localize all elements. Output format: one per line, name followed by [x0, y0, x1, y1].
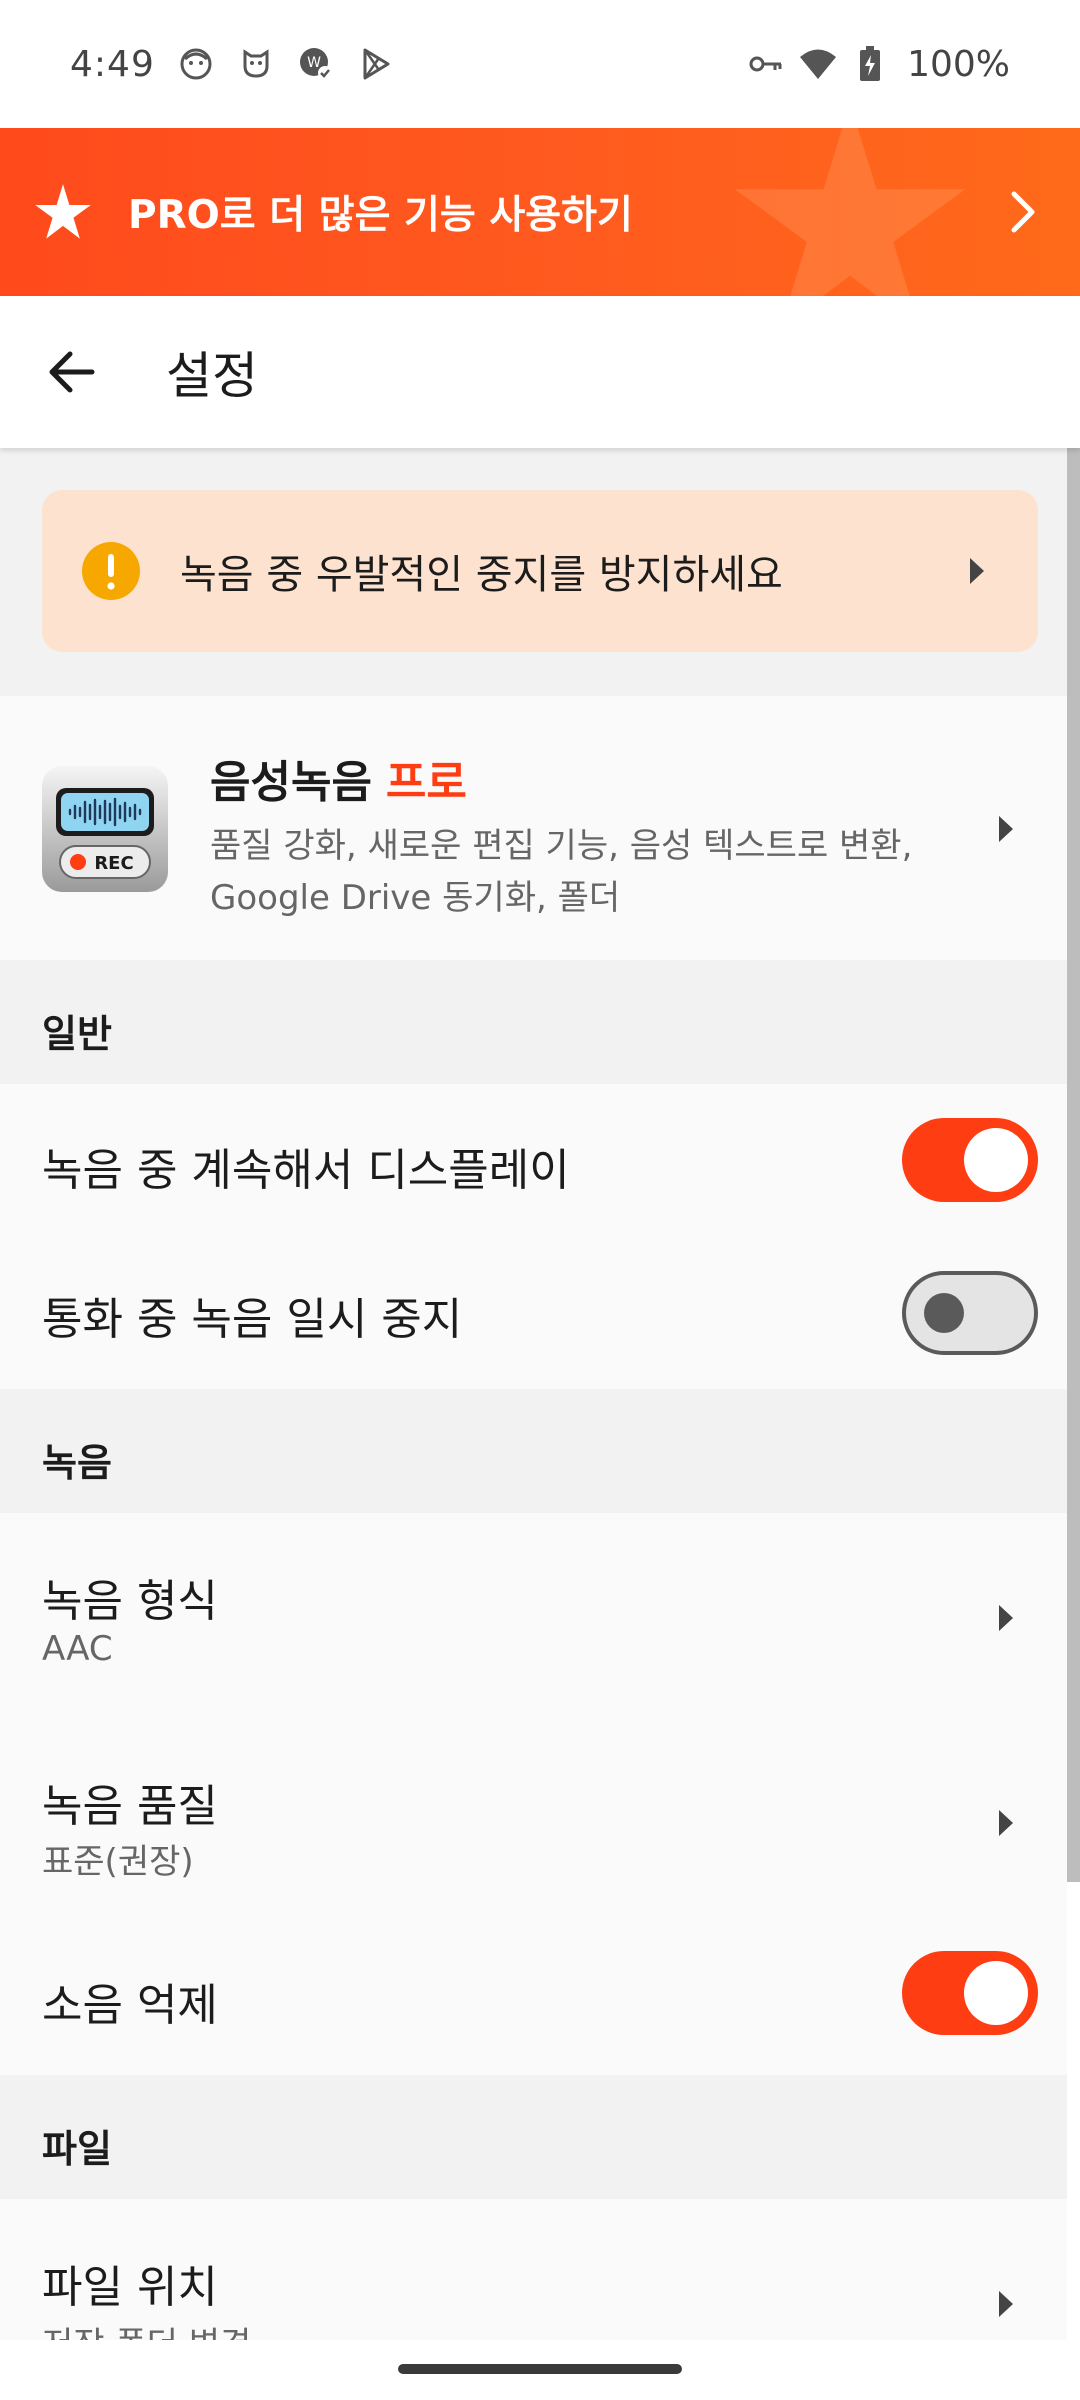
warning-text: 녹음 중 우발적인 중지를 방지하세요 [180, 552, 783, 598]
star-icon [35, 184, 91, 239]
section-files: 파일 [0, 2075, 1067, 2199]
setting-title: 소음 억제 [42, 1980, 218, 2031]
app-bar: 설정 [0, 296, 1080, 448]
arrow-right-icon [999, 2291, 1013, 2317]
file-location-setting[interactable]: 파일 위치 저장 폴더 변경 [0, 2199, 1067, 2340]
bubble-check-icon: W [297, 45, 335, 83]
arrow-right-icon [999, 1605, 1013, 1631]
scrollbar[interactable] [1067, 448, 1080, 1882]
svg-text:W: W [307, 55, 321, 71]
pro-description: 품질 강화, 새로운 편집 기능, 음성 텍스트로 변환, Google Dri… [210, 826, 913, 918]
setting-title: 통화 중 녹음 일시 중지 [42, 1294, 463, 1345]
recording-quality-setting[interactable]: 녹음 품질 표준(권장) [0, 1718, 1067, 1923]
status-right: 100% [747, 44, 1010, 85]
arrow-right-icon [999, 1810, 1013, 1836]
face-icon [177, 45, 215, 83]
chevron-right-icon [1011, 191, 1035, 233]
navigation-bar [0, 2340, 1080, 2400]
section-title: 일반 [42, 1012, 112, 1056]
setting-title: 녹음 형식 [42, 1576, 218, 1627]
pause-on-call-toggle[interactable] [902, 1271, 1038, 1355]
keep-display-setting[interactable]: 녹음 중 계속해서 디스플레이 [0, 1084, 1067, 1237]
star-decoration-icon [734, 128, 966, 296]
rec-label: REC [94, 853, 133, 874]
section-title: 녹음 [42, 1441, 112, 1485]
section-recording: 녹음 [0, 1389, 1067, 1513]
battery-charging-icon [851, 45, 889, 83]
battery-percent: 100% [907, 43, 1010, 85]
page-title: 설정 [166, 347, 258, 405]
keep-display-toggle[interactable] [902, 1118, 1038, 1202]
section-general: 일반 [0, 960, 1067, 1084]
setting-value: 저장 폴더 변경 [42, 2317, 251, 2340]
play-store-icon [357, 45, 395, 83]
recorder-app-icon: REC [42, 766, 168, 892]
exclamation-icon [82, 542, 140, 600]
pro-version-card[interactable]: REC 음성녹음 프로 품질 강화, 새로운 편집 기능, 음성 텍스트로 변환,… [0, 696, 1067, 960]
settings-list[interactable]: 녹음 중 우발적인 중지를 방지하세요 REC 음성녹음 프로 품질 강화, 새… [0, 448, 1067, 2340]
pause-on-call-setting[interactable]: 통화 중 녹음 일시 중지 [0, 1237, 1067, 1389]
status-bar: 4:49 W 100% [0, 0, 1080, 128]
pro-title-main: 음성녹음 [210, 757, 372, 808]
wifi-icon [799, 45, 837, 83]
status-time: 4:49 [70, 43, 155, 85]
setting-value: 표준(권장) [42, 1842, 194, 1882]
arrow-right-icon [970, 558, 984, 584]
setting-title: 녹음 중 계속해서 디스플레이 [42, 1145, 570, 1196]
mask-icon [237, 45, 275, 83]
setting-title: 녹음 품질 [42, 1781, 218, 1832]
pro-title: 음성녹음 프로 [210, 746, 467, 810]
arrow-right-icon [999, 816, 1013, 842]
noise-suppression-toggle[interactable] [902, 1951, 1038, 2035]
toggle-knob [924, 1293, 964, 1333]
back-arrow-icon[interactable] [42, 342, 102, 402]
promo-text: PRO로 더 많은 기능 사용하기 [128, 193, 633, 238]
prevent-stop-warning[interactable]: 녹음 중 우발적인 중지를 방지하세요 [42, 490, 1038, 652]
status-left: 4:49 W [70, 44, 417, 85]
section-title: 파일 [42, 2127, 112, 2171]
noise-suppression-setting[interactable]: 소음 억제 [0, 1923, 1067, 2075]
home-gesture-handle[interactable] [398, 2364, 682, 2374]
setting-title: 파일 위치 [42, 2262, 218, 2313]
toggle-knob [964, 1961, 1028, 2025]
setting-value: AAC [42, 1629, 113, 1669]
key-icon [747, 45, 785, 83]
pro-upgrade-banner[interactable]: PRO로 더 많은 기능 사용하기 [0, 128, 1080, 296]
toggle-knob [964, 1128, 1028, 1192]
pro-title-accent: 프로 [385, 757, 467, 808]
recording-format-setting[interactable]: 녹음 형식 AAC [0, 1513, 1067, 1718]
